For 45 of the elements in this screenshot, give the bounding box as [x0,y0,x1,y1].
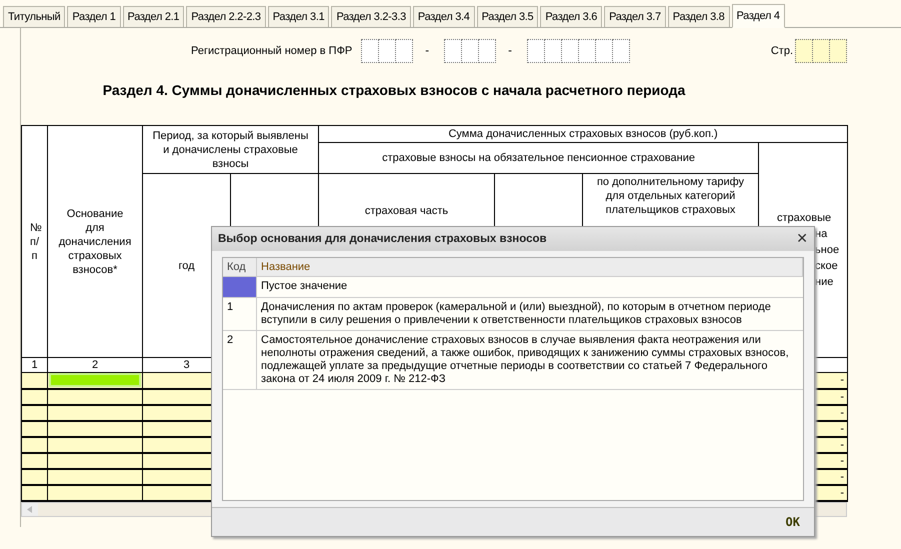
digit-field[interactable] [612,39,630,63]
digit-field[interactable] [544,39,562,63]
tab[interactable]: Раздел 4 [732,4,785,28]
digit-field[interactable] [594,39,613,63]
tab[interactable]: Раздел 3.4 [412,6,475,27]
page-label: Стр. [770,45,793,57]
digit-field[interactable] [526,39,545,63]
digit-field[interactable] [560,39,579,63]
column-header: страховые взносы на обязательное пенсионное страхование [318,142,759,174]
page-digit-field[interactable] [812,39,830,63]
page-digit-field[interactable] [795,39,813,63]
separator-text: - [425,45,430,57]
separator-text: - [508,45,512,57]
tab[interactable]: Раздел 3.1 [268,6,330,27]
code-cell[interactable]: 1 [223,298,257,330]
tab[interactable]: Раздел 2.1 [122,6,184,27]
column-header: Название [257,258,803,276]
column-header: Период, за который выявлены и доначислены страховые взносы [142,126,319,174]
tab[interactable]: Раздел 3.6 [540,6,602,27]
digit-field[interactable] [478,39,496,63]
table-cell[interactable] [48,372,142,388]
tab[interactable]: Раздел 2.2-2.3 [186,6,266,27]
digit-field[interactable] [461,39,480,63]
code-cell[interactable]: 2 [223,331,257,389]
column-header: № п/п [22,126,48,358]
code-cell[interactable] [223,277,257,297]
digit-field[interactable] [361,39,380,63]
ok-button[interactable]: OK [780,514,806,530]
tab[interactable]: Раздел 3.5 [476,6,538,27]
digit-field[interactable] [578,39,596,63]
digit-field[interactable] [444,39,462,63]
column-header: Основание для доначисления страховых взносов* [48,126,142,358]
digit-field[interactable] [378,39,396,63]
column-header: Сумма доначисленных страховых взносов (руб.коп.) [318,126,848,142]
tab[interactable]: Титульный [3,6,66,27]
tab[interactable]: Раздел 3.2-3.3 [331,6,411,27]
tab[interactable]: Раздел 3.8 [668,6,730,27]
close-button[interactable]: ✕ [796,231,808,247]
registration-label: Регистрационный номер в ПФР [191,45,352,57]
digit-field[interactable] [395,39,414,63]
section-title: Раздел 4. Суммы доначисленных страховых взносов с начала расчетного периода [102,82,686,98]
tab[interactable]: Раздел 1 [67,6,121,27]
column-header: Код [223,258,257,276]
tab[interactable]: Раздел 3.7 [604,6,666,27]
page-digit-field[interactable] [829,39,847,63]
